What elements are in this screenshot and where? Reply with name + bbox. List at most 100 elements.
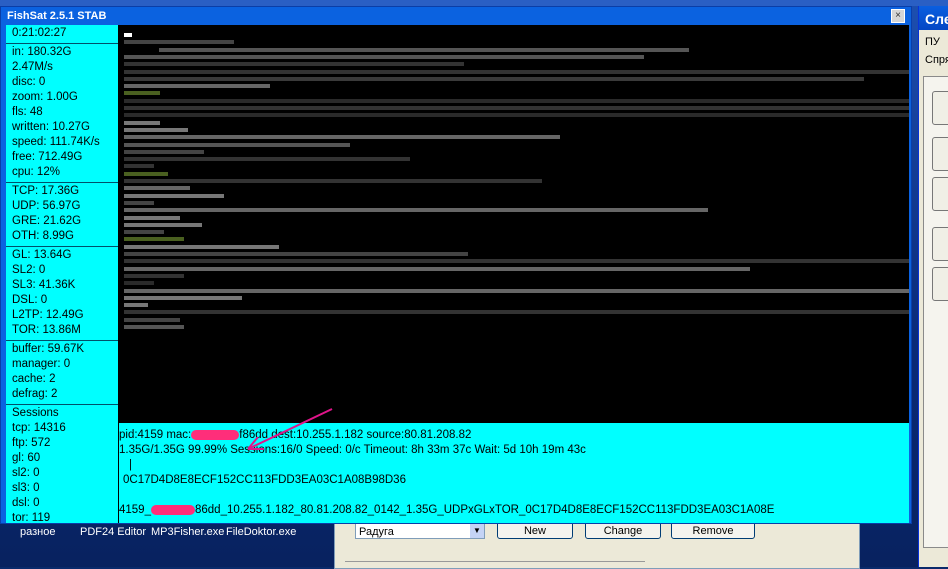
redaction-mark	[150, 504, 195, 515]
traffic-bar	[124, 295, 242, 300]
buffer-line: cache: 2	[12, 373, 56, 385]
protocol-line: TCP: 17.36G	[12, 185, 80, 197]
buffer-group: buffer: 59.67K manager: 0 cache: 2 defra…	[6, 341, 118, 405]
stat-line: cpu: 12%	[12, 166, 60, 178]
traffic-bar	[124, 91, 160, 96]
sessions-line: Sessions	[12, 407, 59, 419]
traffic-bar	[124, 259, 909, 264]
traffic-bar	[124, 310, 909, 315]
colors-dialog: Радуга ▼ New Change Remove	[334, 518, 860, 569]
traffic-stats-group: in: 180.32G 2.47M/s disc: 0 zoom: 1.00G …	[6, 44, 118, 183]
secondary-window-title: Сле	[919, 6, 948, 30]
traffic-bar	[124, 222, 202, 227]
layer-line: TOR: 13.86M	[12, 324, 81, 336]
protocol-line: UDP: 56.97G	[12, 200, 81, 212]
stat-line: in: 180.32G	[12, 46, 72, 58]
traffic-bar	[124, 33, 132, 37]
traffic-bar	[124, 281, 154, 286]
chevron-down-icon[interactable]: ▼	[470, 524, 484, 538]
session-pid-mac: pid:4159 mac:	[119, 429, 192, 441]
annotation-arrow-icon	[247, 408, 333, 450]
protocol-group: TCP: 17.36G UDP: 56.97G GRE: 21.62G OTH:…	[6, 183, 118, 247]
traffic-bar	[124, 84, 270, 89]
traffic-bar	[124, 244, 279, 249]
sessions-line: gl: 60	[12, 452, 41, 464]
layer-line: SL2: 0	[12, 264, 46, 276]
session-divider: |	[129, 459, 132, 471]
traffic-bar	[124, 179, 542, 183]
sessions-line: sl2: 0	[12, 467, 40, 479]
layer-line: SL3: 41.36K	[12, 279, 76, 291]
sessions-line: ftp: 572	[12, 437, 51, 449]
traffic-bar	[124, 120, 160, 125]
session-progress-line: 1.35G/1.35G 99.99% Sessions:16/0 Speed: …	[119, 444, 586, 456]
session-filename-line: 4159_ 86dd_10.255.1.182_80.81.208.82_0142…	[119, 504, 774, 516]
traffic-bar	[124, 98, 909, 103]
secondary-button[interactable]	[932, 137, 948, 171]
stat-line: speed: 111.74K/s	[12, 136, 100, 148]
window-title: FishSat 2.5.1 STAB	[7, 10, 107, 22]
traffic-bar	[124, 200, 154, 205]
traffic-bar	[124, 142, 350, 147]
stats-sidebar: 0:21:02:27 in: 180.32G 2.47M/s disc: 0 z…	[6, 25, 119, 524]
uptime-group: 0:21:02:27	[6, 25, 118, 44]
traffic-visualization[interactable]	[119, 25, 909, 423]
sessions-line: sl3: 0	[12, 482, 40, 494]
buffer-line: manager: 0	[12, 358, 71, 370]
traffic-bar	[124, 113, 909, 118]
traffic-bar	[124, 273, 184, 278]
desktop-label[interactable]: FileDoktor.exe	[226, 526, 296, 538]
traffic-bar	[124, 193, 224, 198]
traffic-bar	[124, 317, 180, 322]
secondary-button[interactable]	[932, 91, 948, 125]
redaction-mark	[191, 429, 240, 440]
traffic-bar	[124, 252, 468, 256]
traffic-bar	[124, 62, 464, 67]
traffic-bar	[124, 325, 184, 329]
layer-line: GL: 13.64G	[12, 249, 72, 261]
traffic-bar	[124, 208, 708, 213]
secondary-panel	[923, 76, 948, 548]
traffic-bar	[124, 171, 168, 176]
traffic-bar	[159, 47, 689, 52]
traffic-bar	[124, 157, 410, 162]
session-hash: 0C17D4D8E8ECF152CC113FDD3EA03C1A08B98D36	[123, 474, 406, 486]
layer-line: DSL: 0	[12, 294, 48, 306]
traffic-bar	[124, 215, 180, 220]
uptime-value: 0:21:02:27	[12, 27, 67, 39]
stat-line: fls: 48	[12, 106, 43, 118]
secondary-button[interactable]	[932, 267, 948, 301]
traffic-bar	[124, 106, 909, 110]
traffic-bar	[124, 164, 154, 169]
traffic-bar	[124, 230, 164, 235]
desktop-label[interactable]: MP3Fisher.exe	[151, 526, 224, 538]
traffic-bar	[124, 288, 909, 293]
scheme-select[interactable]: Радуга ▼	[355, 523, 485, 539]
session-filename: 86dd_10.255.1.182_80.81.208.82_0142_1.35…	[194, 504, 775, 516]
traffic-bar	[124, 186, 190, 191]
secondary-button[interactable]	[932, 177, 948, 211]
scheme-select-value: Радуга	[359, 526, 394, 538]
fishsat-window: FishSat 2.5.1 STAB × 0:21:02:27 in: 180.…	[0, 6, 912, 524]
traffic-bar	[124, 54, 644, 59]
traffic-bar	[124, 266, 750, 271]
buffer-line: defrag: 2	[12, 388, 58, 400]
stat-line: zoom: 1.00G	[12, 91, 78, 103]
secondary-label: Спря	[925, 54, 948, 66]
traffic-bar	[124, 135, 560, 140]
traffic-bar	[124, 149, 204, 154]
stat-line: 2.47M/s	[12, 61, 53, 73]
sessions-line: tcp: 14316	[12, 422, 66, 434]
secondary-button[interactable]	[932, 227, 948, 261]
sessions-line: tor: 119	[12, 512, 51, 524]
close-button[interactable]: ×	[891, 9, 905, 23]
layer-group: GL: 13.64G SL2: 0 SL3: 41.36K DSL: 0 L2T…	[6, 247, 118, 341]
traffic-bar	[124, 237, 184, 242]
stat-line: free: 712.49G	[12, 151, 83, 163]
session-filename-prefix: 4159_	[119, 504, 151, 516]
traffic-bar	[124, 40, 234, 45]
stat-line: disc: 0	[12, 76, 46, 88]
traffic-bar	[124, 303, 148, 308]
sessions-line: dsl: 0	[12, 497, 40, 509]
sessions-group: Sessions tcp: 14316 ftp: 572 gl: 60 sl2:…	[6, 405, 118, 528]
